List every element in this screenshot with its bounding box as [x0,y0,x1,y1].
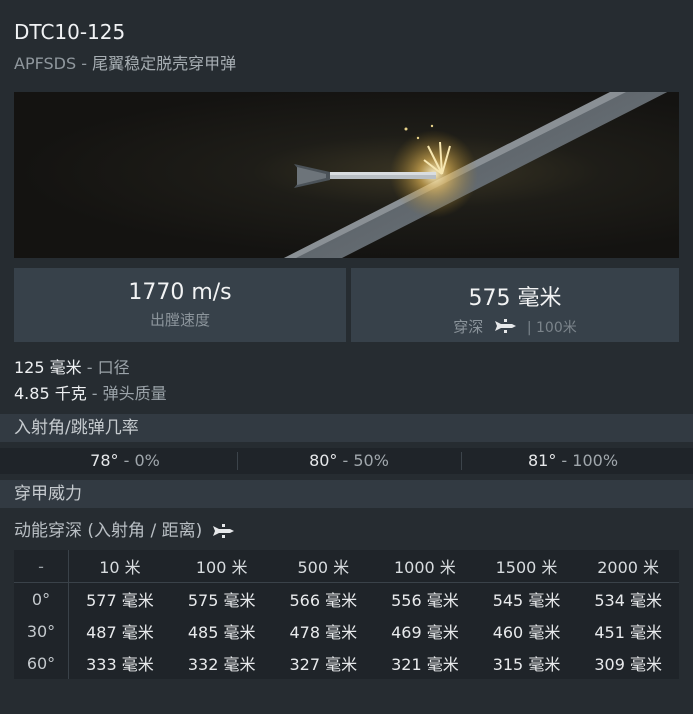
muzzle-velocity-label: 出膛速度 [149,311,210,329]
caliber-value: 125 毫米 [14,358,82,377]
ricochet-row: 78° - 0% 80° - 50% 81° - 100% [0,448,693,474]
ricochet-angle: 80° [309,451,338,470]
ammo-description: 尾翼稳定脱壳穿甲弹 [92,54,237,73]
penetration-cell: 575 毫米 [187,591,256,610]
table-row: 60° 333 毫米 332 毫米 327 毫米 321 毫米 315 毫米 3… [14,647,679,679]
distance-header: 1500 米 [475,550,578,583]
ricochet-cell: 78° - 0% [50,448,200,474]
caliber-label: - 口径 [81,358,130,377]
mass-label: - 弹头质量 [86,384,167,403]
penetration-table: - 10 米 100 米 500 米 1000 米 1500 米 2000 米 … [14,550,679,679]
angle-cell: 60° [14,647,69,679]
ricochet-chance: - 50% [337,451,389,470]
penetration-cell: 485 毫米 [187,623,256,642]
shell-subtitle: APFSDS - 尾翼稳定脱壳穿甲弹 [14,50,236,74]
corner-cell: - [14,550,69,583]
shell-info-panel: DTC10-125 APFSDS - 尾翼稳定脱壳穿甲弹 1770 m/s 出膛… [0,0,693,714]
penetration-cell: 460 毫米 [492,623,561,642]
angle-cell: 30° [14,615,69,647]
penetration-table-caption: 动能穿深 (入射角 / 距离) [14,516,234,541]
ricochet-divider [461,452,462,470]
distance-header: 500 米 [272,550,375,583]
penetration-cell: 451 毫米 [594,623,662,642]
shell-title: DTC10-125 [14,20,126,44]
ammo-type: APFSDS [14,54,77,73]
velocity-stat-card: 1770 m/s 出膛速度 [14,268,346,342]
penetration-cell: 566 毫米 [289,591,358,610]
table-row: 0° 577 毫米 575 毫米 566 毫米 556 毫米 545 毫米 53… [14,582,679,615]
ricochet-chance: - 100% [556,451,619,470]
distance-header: 10 米 [68,550,171,583]
ricochet-angle: 81° [527,451,557,470]
penetration-cell: 556 毫米 [391,591,459,610]
mass-value: 4.85 千克 [14,384,87,403]
penetration-cell: 478 毫米 [289,623,358,642]
ricochet-angle: 78° [90,451,119,470]
distance-header: 100 米 [170,550,273,583]
distance-header: 1000 米 [374,550,476,583]
table-header-row: - 10 米 100 米 500 米 1000 米 1500 米 2000 米 [14,550,679,583]
ammo-type-separator: - [76,54,93,73]
penetration-cell: 469 毫米 [391,623,459,642]
penetration-cell: 333 毫米 [86,655,154,674]
projectile-icon [494,318,517,337]
penetration-cell: 309 毫米 [594,655,662,674]
table-row: 30° 487 毫米 485 毫米 478 毫米 469 毫米 460 毫米 4… [14,615,679,647]
ricochet-chance: - 0% [118,451,160,470]
mass-row: 4.85 千克 - 弹头质量 [14,380,167,404]
armor-power-section-header: 穿甲威力 [0,480,693,508]
penetration-value: 575 毫米 [468,286,562,311]
penetration-cell: 321 毫米 [391,655,459,674]
penetration-cell: 332 毫米 [187,655,256,674]
penetration-label: 穿深 [453,318,484,336]
ricochet-section-header: 入射角/跳弹几率 [0,414,693,442]
penetration-cell: 327 毫米 [289,655,358,674]
apfsds-impact-illustration [14,92,679,258]
penetration-stat-card: 575 毫米 穿深 | 100米 [351,268,679,342]
ricochet-cell: 81° - 100% [498,448,648,474]
penetration-cell: 545 毫米 [492,591,561,610]
penetration-cell: 534 毫米 [594,591,662,610]
penetration-cell: 315 毫米 [492,655,561,674]
ricochet-cell: 80° - 50% [274,448,424,474]
projectile-icon [208,521,234,541]
penetration-cell: 577 毫米 [86,591,154,610]
penetration-cell: 487 毫米 [86,623,154,642]
muzzle-velocity-value: 1770 m/s [128,280,232,305]
angle-cell: 0° [14,582,69,615]
caliber-row: 125 毫米 - 口径 [14,354,130,378]
penetration-range: | 100米 [526,320,577,336]
distance-header: 2000 米 [577,550,679,583]
ricochet-divider [237,452,238,470]
